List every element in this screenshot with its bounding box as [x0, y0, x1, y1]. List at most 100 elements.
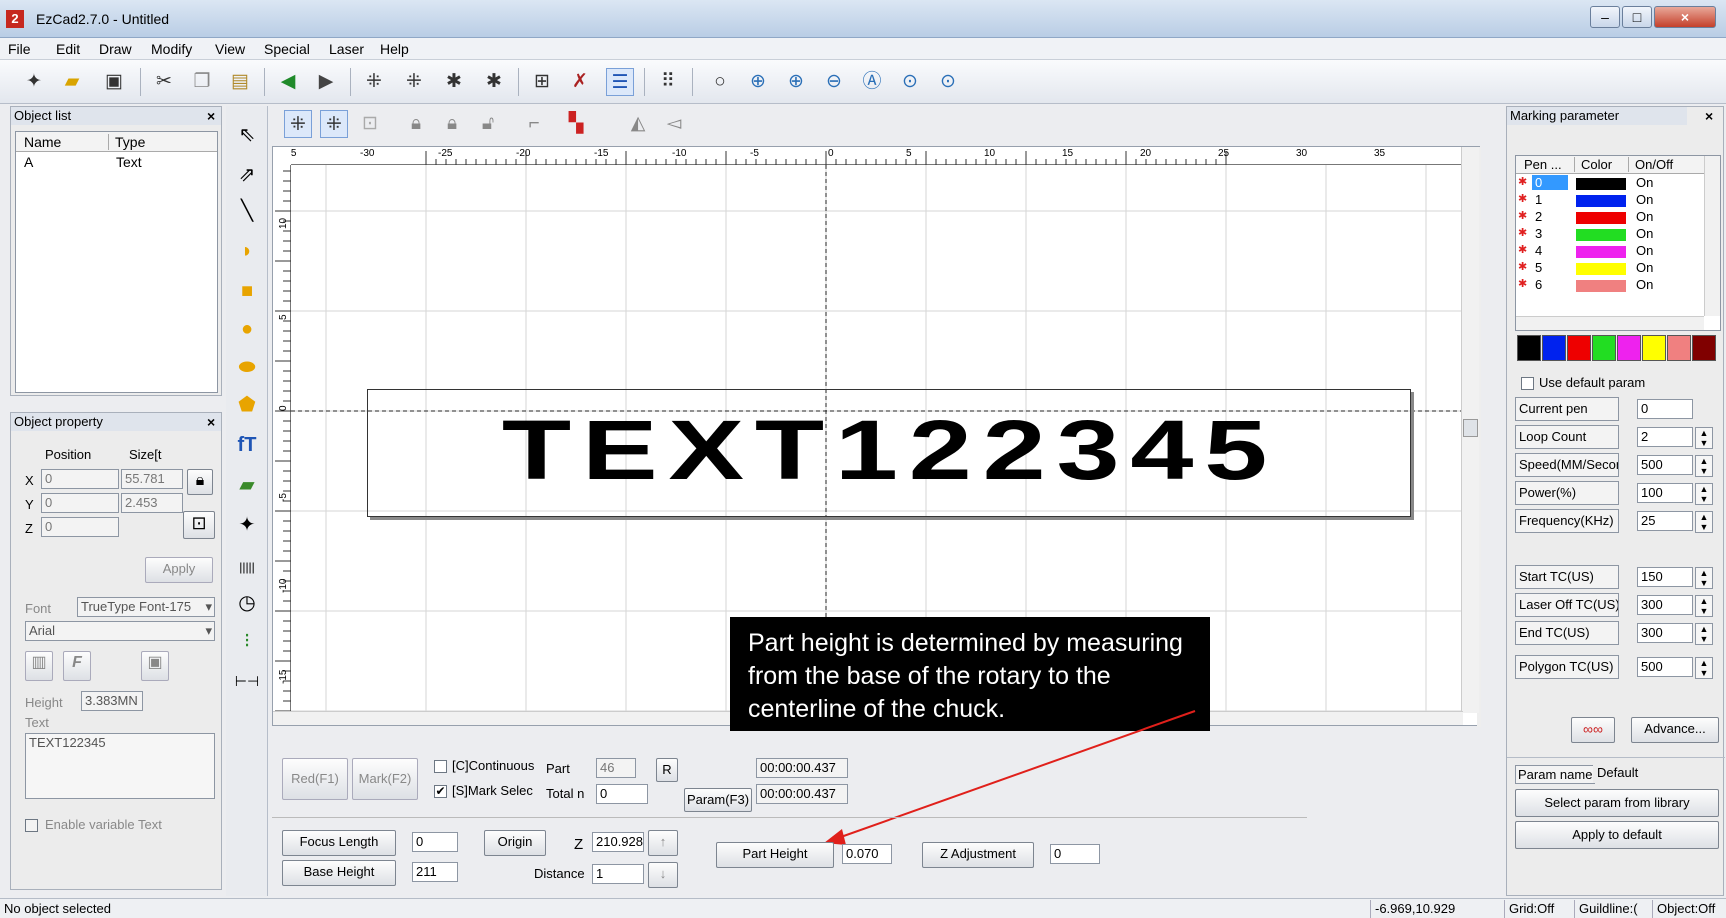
wobble-icon[interactable]: ∞∞ — [1571, 717, 1615, 743]
z-down-icon[interactable]: ↓ — [648, 862, 678, 888]
pen-state[interactable]: On — [1636, 175, 1653, 190]
pen-color-swatch[interactable] — [1576, 195, 1626, 207]
pen-state[interactable]: On — [1636, 277, 1653, 292]
palette-swatch[interactable] — [1667, 335, 1691, 361]
use-default-checkbox[interactable] — [1521, 377, 1534, 390]
frequency-field[interactable]: 25 — [1637, 511, 1693, 531]
pen-color-swatch[interactable] — [1576, 229, 1626, 241]
power-label: Power(%) — [1515, 481, 1619, 505]
guideline-status[interactable]: Guildline:( — [1574, 900, 1650, 918]
part-count-field[interactable]: 46 — [596, 758, 636, 778]
loop-count-field[interactable]: 2 — [1637, 427, 1693, 447]
loop-count-label: Loop Count — [1515, 425, 1619, 449]
current-pen-field[interactable]: 0 — [1637, 399, 1693, 419]
col-pen-header[interactable]: Pen ... — [1524, 157, 1562, 172]
laser-off-tc-field[interactable]: 300 — [1637, 595, 1693, 615]
pen-table-scrollbar[interactable] — [1704, 156, 1720, 316]
total-label: Total n — [546, 786, 585, 801]
part-height-field[interactable]: 0.070 — [842, 844, 892, 864]
start-tc-field[interactable]: 150 — [1637, 567, 1693, 587]
pen-table[interactable]: Pen ... Color On/Off ✱ 0 On ✱ 1 On ✱ 2 On ✱ 3 On ✱ 4 O… — [1515, 155, 1721, 331]
start-tc-stepper[interactable]: ▲ ▼ — [1695, 567, 1713, 589]
cursor-coordinates: -6.969,10.929 — [1370, 900, 1500, 918]
pen-row[interactable]: ✱ 0 On — [1516, 175, 1704, 192]
pen-color-swatch[interactable] — [1576, 280, 1626, 292]
z-adjustment-button[interactable]: Z Adjustment — [922, 842, 1034, 868]
focus-length-field[interactable]: 0 — [412, 832, 458, 852]
pen-color-swatch[interactable] — [1576, 246, 1626, 258]
pen-state[interactable]: On — [1636, 209, 1653, 224]
z-adjustment-field[interactable]: 0 — [1050, 844, 1100, 864]
pen-id: 5 — [1535, 260, 1543, 275]
origin-button[interactable]: Origin — [484, 830, 546, 856]
base-height-button[interactable]: Base Height — [282, 860, 396, 886]
pen-row[interactable]: ✱ 3 On — [1516, 226, 1704, 243]
apply-to-default-button[interactable]: Apply to default — [1515, 821, 1719, 849]
app-window: 2 EzCad2.7.0 - Untitled – □ × File Edit … — [0, 0, 1726, 918]
continuous-checkbox[interactable] — [434, 760, 447, 773]
reset-part-button[interactable]: R — [656, 758, 678, 782]
marking-parameter-close-icon[interactable]: × — [1705, 108, 1713, 124]
pen-star-icon: ✱ — [1518, 244, 1528, 256]
pen-table-hscrollbar[interactable] — [1516, 316, 1704, 330]
pen-star-icon: ✱ — [1518, 278, 1528, 290]
pen-row[interactable]: ✱ 1 On — [1516, 192, 1704, 209]
palette-swatch[interactable] — [1567, 335, 1591, 361]
col-onoff-header[interactable]: On/Off — [1628, 157, 1673, 172]
pen-state[interactable]: On — [1636, 260, 1653, 275]
focus-controls: Focus Length 0 Base Height 211 Origin Z … — [272, 826, 1372, 892]
focus-length-button[interactable]: Focus Length — [282, 830, 396, 856]
laser-off-tc-stepper[interactable]: ▲ ▼ — [1695, 595, 1713, 617]
base-height-field[interactable]: 211 — [412, 862, 458, 882]
frequency-stepper[interactable]: ▲ ▼ — [1695, 511, 1713, 533]
pen-state[interactable]: On — [1636, 192, 1653, 207]
pen-row[interactable]: ✱ 6 On — [1516, 277, 1704, 294]
advance-button[interactable]: Advance... — [1631, 717, 1719, 743]
pen-row[interactable]: ✱ 2 On — [1516, 209, 1704, 226]
polygon-tc-stepper[interactable]: ▲ ▼ — [1695, 657, 1713, 679]
frequency-label: Frequency(KHz) — [1515, 509, 1619, 533]
pen-row[interactable]: ✱ 4 On — [1516, 243, 1704, 260]
pen-color-swatch[interactable] — [1576, 263, 1626, 275]
palette-swatch[interactable] — [1617, 335, 1641, 361]
red-light-button[interactable]: Red(F1) — [282, 758, 348, 800]
speed-field[interactable]: 500 — [1637, 455, 1693, 475]
color-palette[interactable] — [1517, 335, 1717, 361]
part-height-button[interactable]: Part Height — [716, 842, 834, 868]
mark-select-checkbox[interactable]: ✔ — [434, 785, 447, 798]
mark-button[interactable]: Mark(F2) — [352, 758, 418, 800]
pen-star-icon: ✱ — [1518, 227, 1528, 239]
power-field[interactable]: 100 — [1637, 483, 1693, 503]
polygon-tc-field[interactable]: 500 — [1637, 657, 1693, 677]
z-position-value[interactable]: 210.928 — [592, 832, 644, 852]
end-tc-stepper[interactable]: ▲ ▼ — [1695, 623, 1713, 645]
pen-state[interactable]: On — [1636, 243, 1653, 258]
pen-state[interactable]: On — [1636, 226, 1653, 241]
pen-color-swatch[interactable] — [1576, 212, 1626, 224]
pen-color-swatch[interactable] — [1576, 178, 1626, 190]
select-param-library-button[interactable]: Select param from library — [1515, 789, 1719, 817]
end-tc-label: End TC(US) — [1515, 621, 1619, 645]
palette-swatch[interactable] — [1542, 335, 1566, 361]
end-tc-field[interactable]: 300 — [1637, 623, 1693, 643]
mark-controls: Red(F1) Mark(F2) [C]Continuous ✔ [S]Mark… — [272, 752, 1307, 818]
polygon-tc-label: Polygon TC(US) — [1515, 655, 1619, 679]
object-snap-status[interactable]: Object:Off — [1652, 900, 1726, 918]
pen-row[interactable]: ✱ 5 On — [1516, 260, 1704, 277]
col-color-header[interactable]: Color — [1574, 157, 1612, 172]
param-button[interactable]: Param(F3) — [684, 788, 752, 812]
total-time-field: 00:00:00.437 — [756, 784, 848, 804]
speed-stepper[interactable]: ▲ ▼ — [1695, 455, 1713, 477]
param-name-field: Default — [1593, 763, 1719, 783]
palette-swatch[interactable] — [1642, 335, 1666, 361]
palette-swatch[interactable] — [1692, 335, 1716, 361]
pen-star-icon: ✱ — [1518, 210, 1528, 222]
z-up-icon[interactable]: ↑ — [648, 830, 678, 856]
power-stepper[interactable]: ▲ ▼ — [1695, 483, 1713, 505]
loop-count-stepper[interactable]: ▲ ▼ — [1695, 427, 1713, 449]
total-count-field[interactable]: 0 — [596, 784, 648, 804]
palette-swatch[interactable] — [1592, 335, 1616, 361]
distance-field[interactable]: 1 — [592, 864, 644, 884]
palette-swatch[interactable] — [1517, 335, 1541, 361]
grid-status[interactable]: Grid:Off — [1504, 900, 1572, 918]
